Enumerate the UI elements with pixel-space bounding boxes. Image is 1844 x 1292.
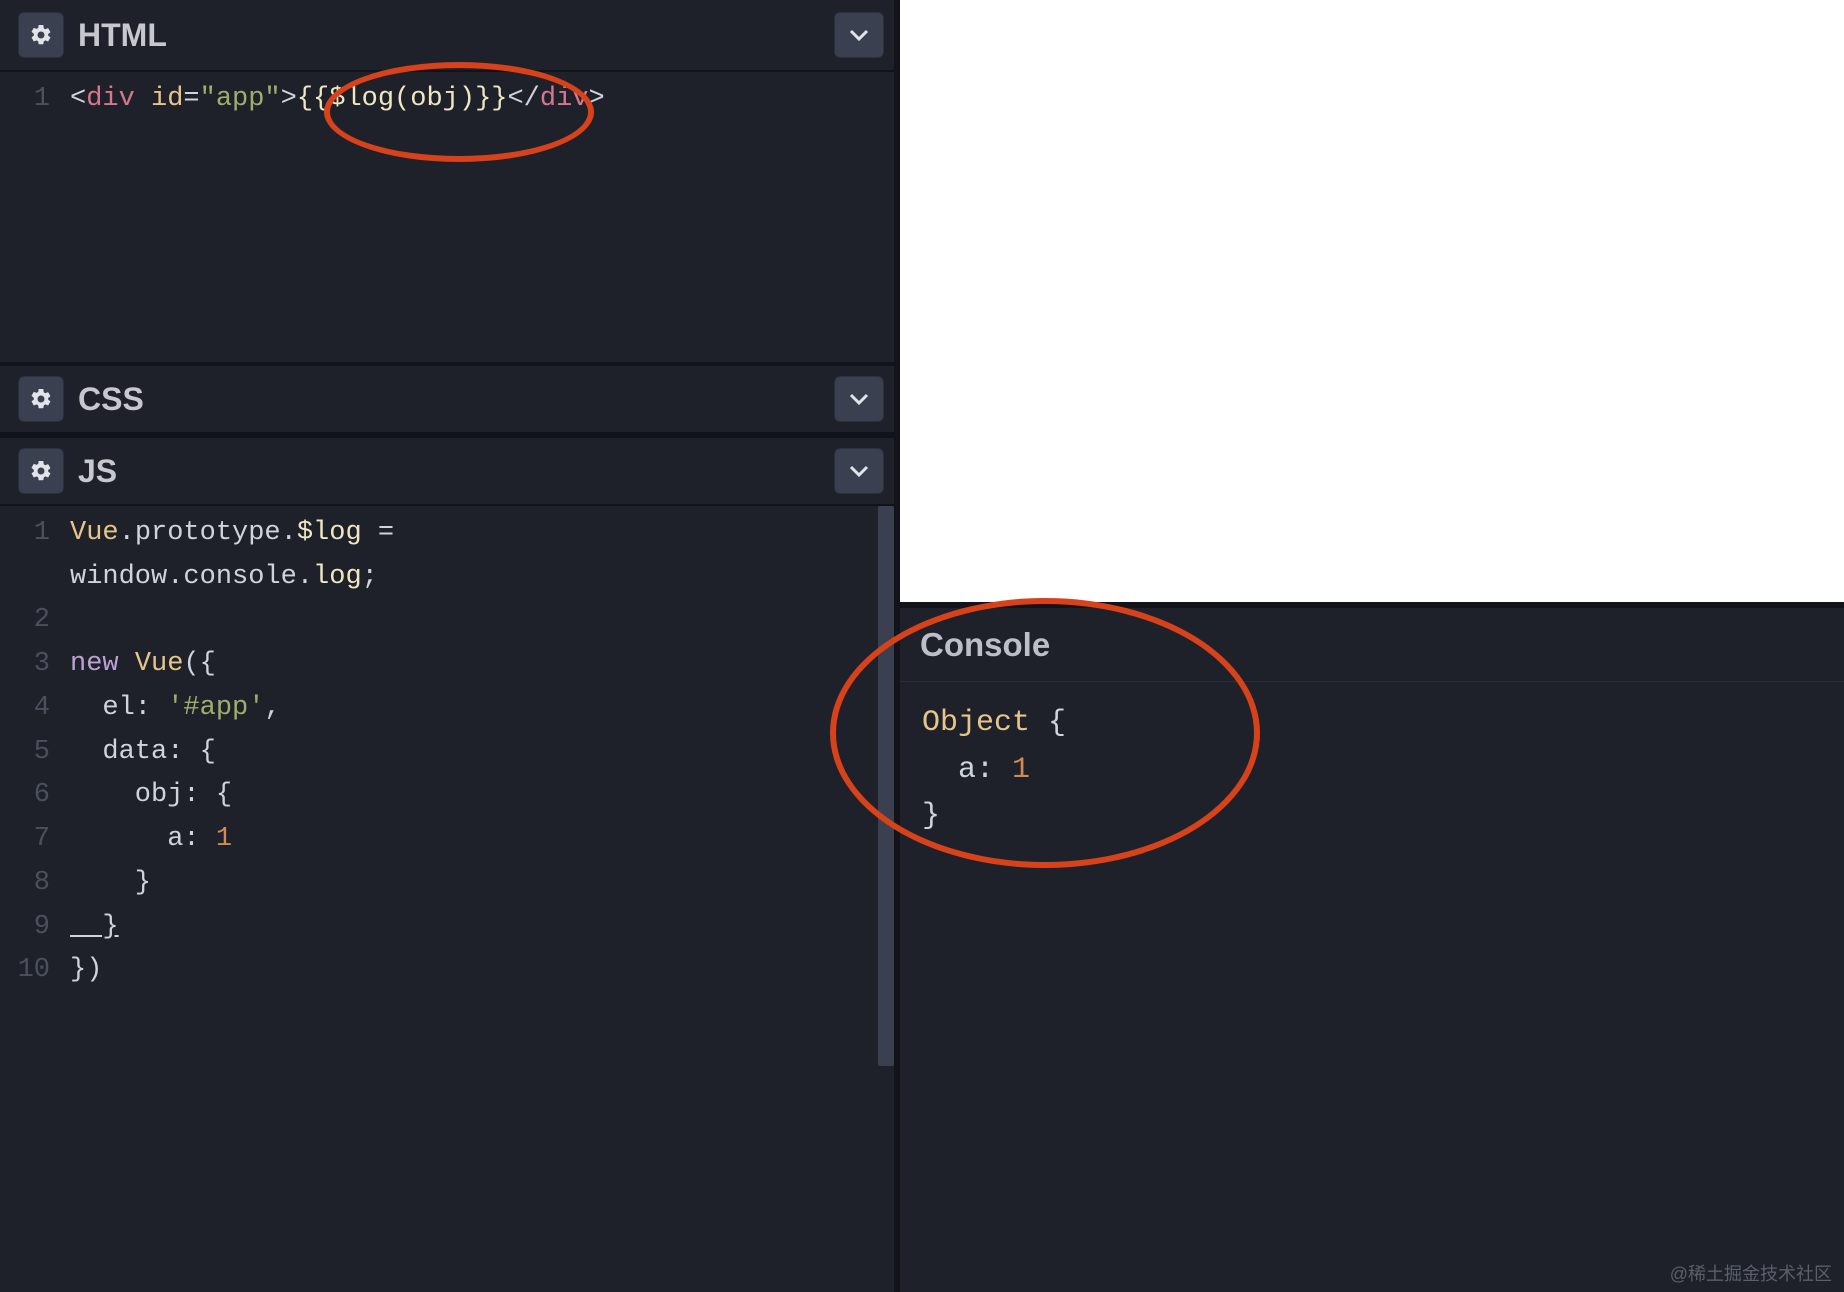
line-number: 6 — [0, 774, 70, 818]
chevron-down-icon — [849, 392, 869, 406]
css-title-group: CSS — [18, 376, 144, 422]
line-number: 5 — [0, 731, 70, 775]
line-number: 3 — [0, 643, 70, 687]
html-collapse-button[interactable] — [834, 12, 884, 58]
console-panel: Console Object { a: 1 } — [900, 608, 1844, 1292]
console-output[interactable]: Object { a: 1 } — [900, 682, 1844, 858]
code-content: obj: { — [70, 774, 232, 818]
code-line: 1 <div id="app">{{$log(obj)}}</div> — [0, 78, 894, 122]
line-number: 8 — [0, 862, 70, 906]
code-content: data: { — [70, 731, 216, 775]
code-line: 3 new Vue({ — [0, 643, 894, 687]
code-content: new Vue({ — [70, 643, 216, 687]
code-content: a: 1 — [70, 818, 232, 862]
console-header: Console — [900, 608, 1844, 682]
gear-icon — [29, 459, 53, 483]
code-content: Vue.prototype.$log = — [70, 512, 410, 556]
scrollbar[interactable] — [878, 506, 894, 1066]
css-settings-button[interactable] — [18, 376, 64, 422]
code-content: <div id="app">{{$log(obj)}}</div> — [70, 78, 605, 122]
line-number: 4 — [0, 687, 70, 731]
output-column: Console Object { a: 1 } — [900, 0, 1844, 1292]
code-content: }) — [70, 949, 102, 993]
editors-column: HTML 1 <div id="app">{{$log(obj)}}</div> — [0, 0, 900, 1292]
chevron-down-icon — [849, 28, 869, 42]
code-line: 9 } — [0, 906, 894, 950]
gear-icon — [29, 387, 53, 411]
code-line: 1 Vue.prototype.$log = — [0, 512, 894, 556]
js-collapse-button[interactable] — [834, 448, 884, 494]
gear-icon — [29, 23, 53, 47]
js-panel-header: JS — [0, 434, 894, 506]
preview-pane[interactable] — [900, 0, 1844, 608]
app-root: HTML 1 <div id="app">{{$log(obj)}}</div> — [0, 0, 1844, 1292]
chevron-down-icon — [849, 464, 869, 478]
code-line: 5 data: { — [0, 731, 894, 775]
line-number: 10 — [0, 949, 70, 993]
code-line: 6 obj: { — [0, 774, 894, 818]
line-number: 1 — [0, 78, 70, 122]
line-number: 7 — [0, 818, 70, 862]
css-panel-title: CSS — [78, 381, 144, 418]
html-panel-header: HTML — [0, 0, 894, 72]
html-panel-title: HTML — [78, 17, 167, 54]
code-content: el: '#app', — [70, 687, 281, 731]
line-number: 1 — [0, 512, 70, 556]
code-content: } — [70, 906, 119, 950]
line-number: 9 — [0, 906, 70, 950]
html-title-group: HTML — [18, 12, 167, 58]
code-line: 7 a: 1 — [0, 818, 894, 862]
code-line: 10 }) — [0, 949, 894, 993]
js-settings-button[interactable] — [18, 448, 64, 494]
code-line: 8 } — [0, 862, 894, 906]
js-title-group: JS — [18, 448, 117, 494]
js-panel-title: JS — [78, 453, 117, 490]
css-panel-header: CSS — [0, 362, 894, 434]
code-content: window.console.log; — [70, 556, 378, 600]
css-collapse-button[interactable] — [834, 376, 884, 422]
html-editor[interactable]: 1 <div id="app">{{$log(obj)}}</div> — [0, 72, 894, 362]
code-line: 4 el: '#app', — [0, 687, 894, 731]
code-line: window.console.log; — [0, 556, 894, 600]
html-settings-button[interactable] — [18, 12, 64, 58]
code-content: } — [70, 862, 151, 906]
watermark: @稀土掘金技术社区 — [1670, 1260, 1832, 1286]
line-number: 2 — [0, 599, 70, 643]
console-title: Console — [920, 626, 1050, 664]
code-line: 2 — [0, 599, 894, 643]
js-editor[interactable]: 1 Vue.prototype.$log = window.console.lo… — [0, 506, 894, 1292]
